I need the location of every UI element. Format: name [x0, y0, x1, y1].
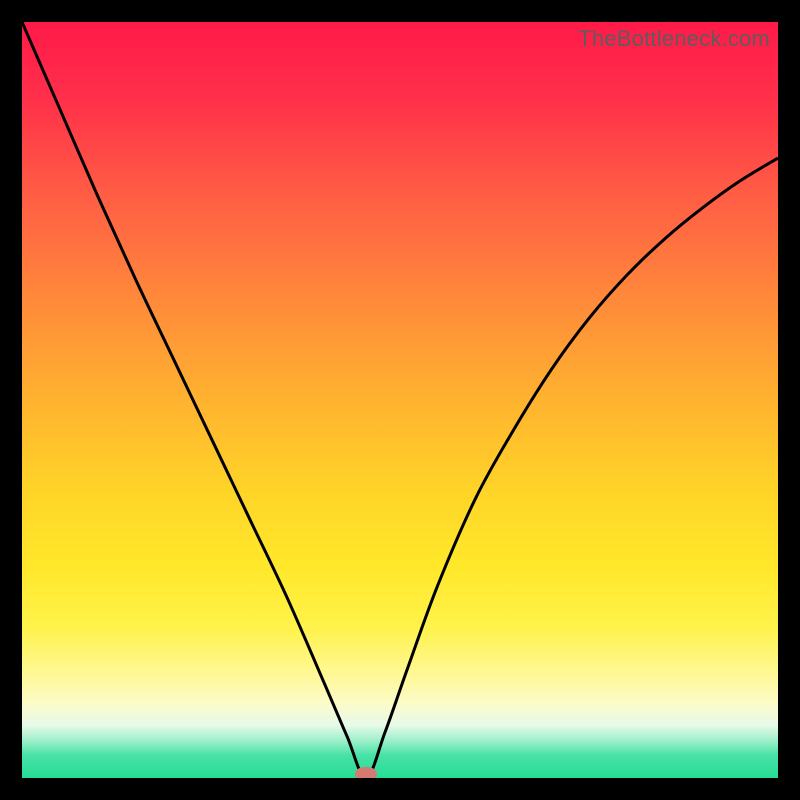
bottleneck-chart: TheBottleneck.com — [0, 0, 800, 800]
watermark-text: TheBottleneck.com — [578, 26, 770, 52]
plot-area: TheBottleneck.com — [22, 22, 778, 778]
bottleneck-curve — [22, 22, 778, 778]
minimum-marker — [355, 767, 377, 778]
curve-svg — [22, 22, 778, 778]
